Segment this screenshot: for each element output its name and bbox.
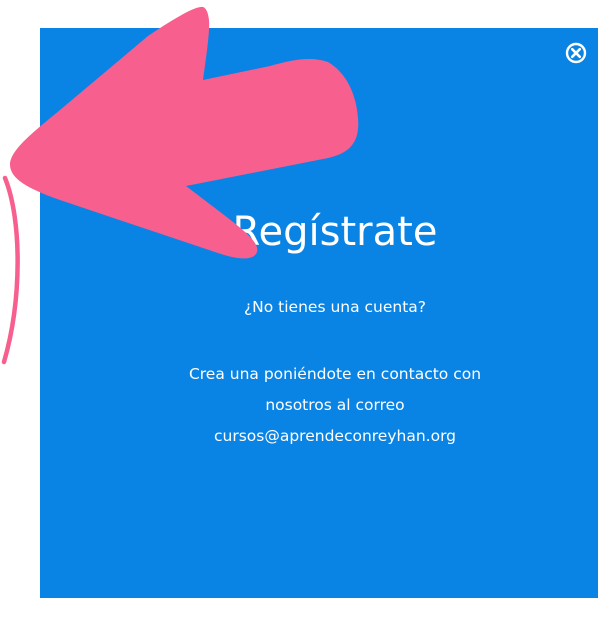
close-icon[interactable] — [564, 41, 588, 65]
body-line-1: Crea una poniéndote en contacto con — [188, 365, 482, 383]
annotation-circle-arc — [1, 175, 20, 365]
modal-subtitle: ¿No tienes una cuenta? — [243, 298, 427, 316]
body-line-2: nosotros al correo — [265, 396, 405, 414]
modal-body-text: Crea una poniéndote en contacto con noso… — [110, 359, 560, 452]
contact-email: cursos@aprendeconreyhan.org — [213, 427, 457, 445]
modal-title: Regístrate — [232, 209, 438, 255]
